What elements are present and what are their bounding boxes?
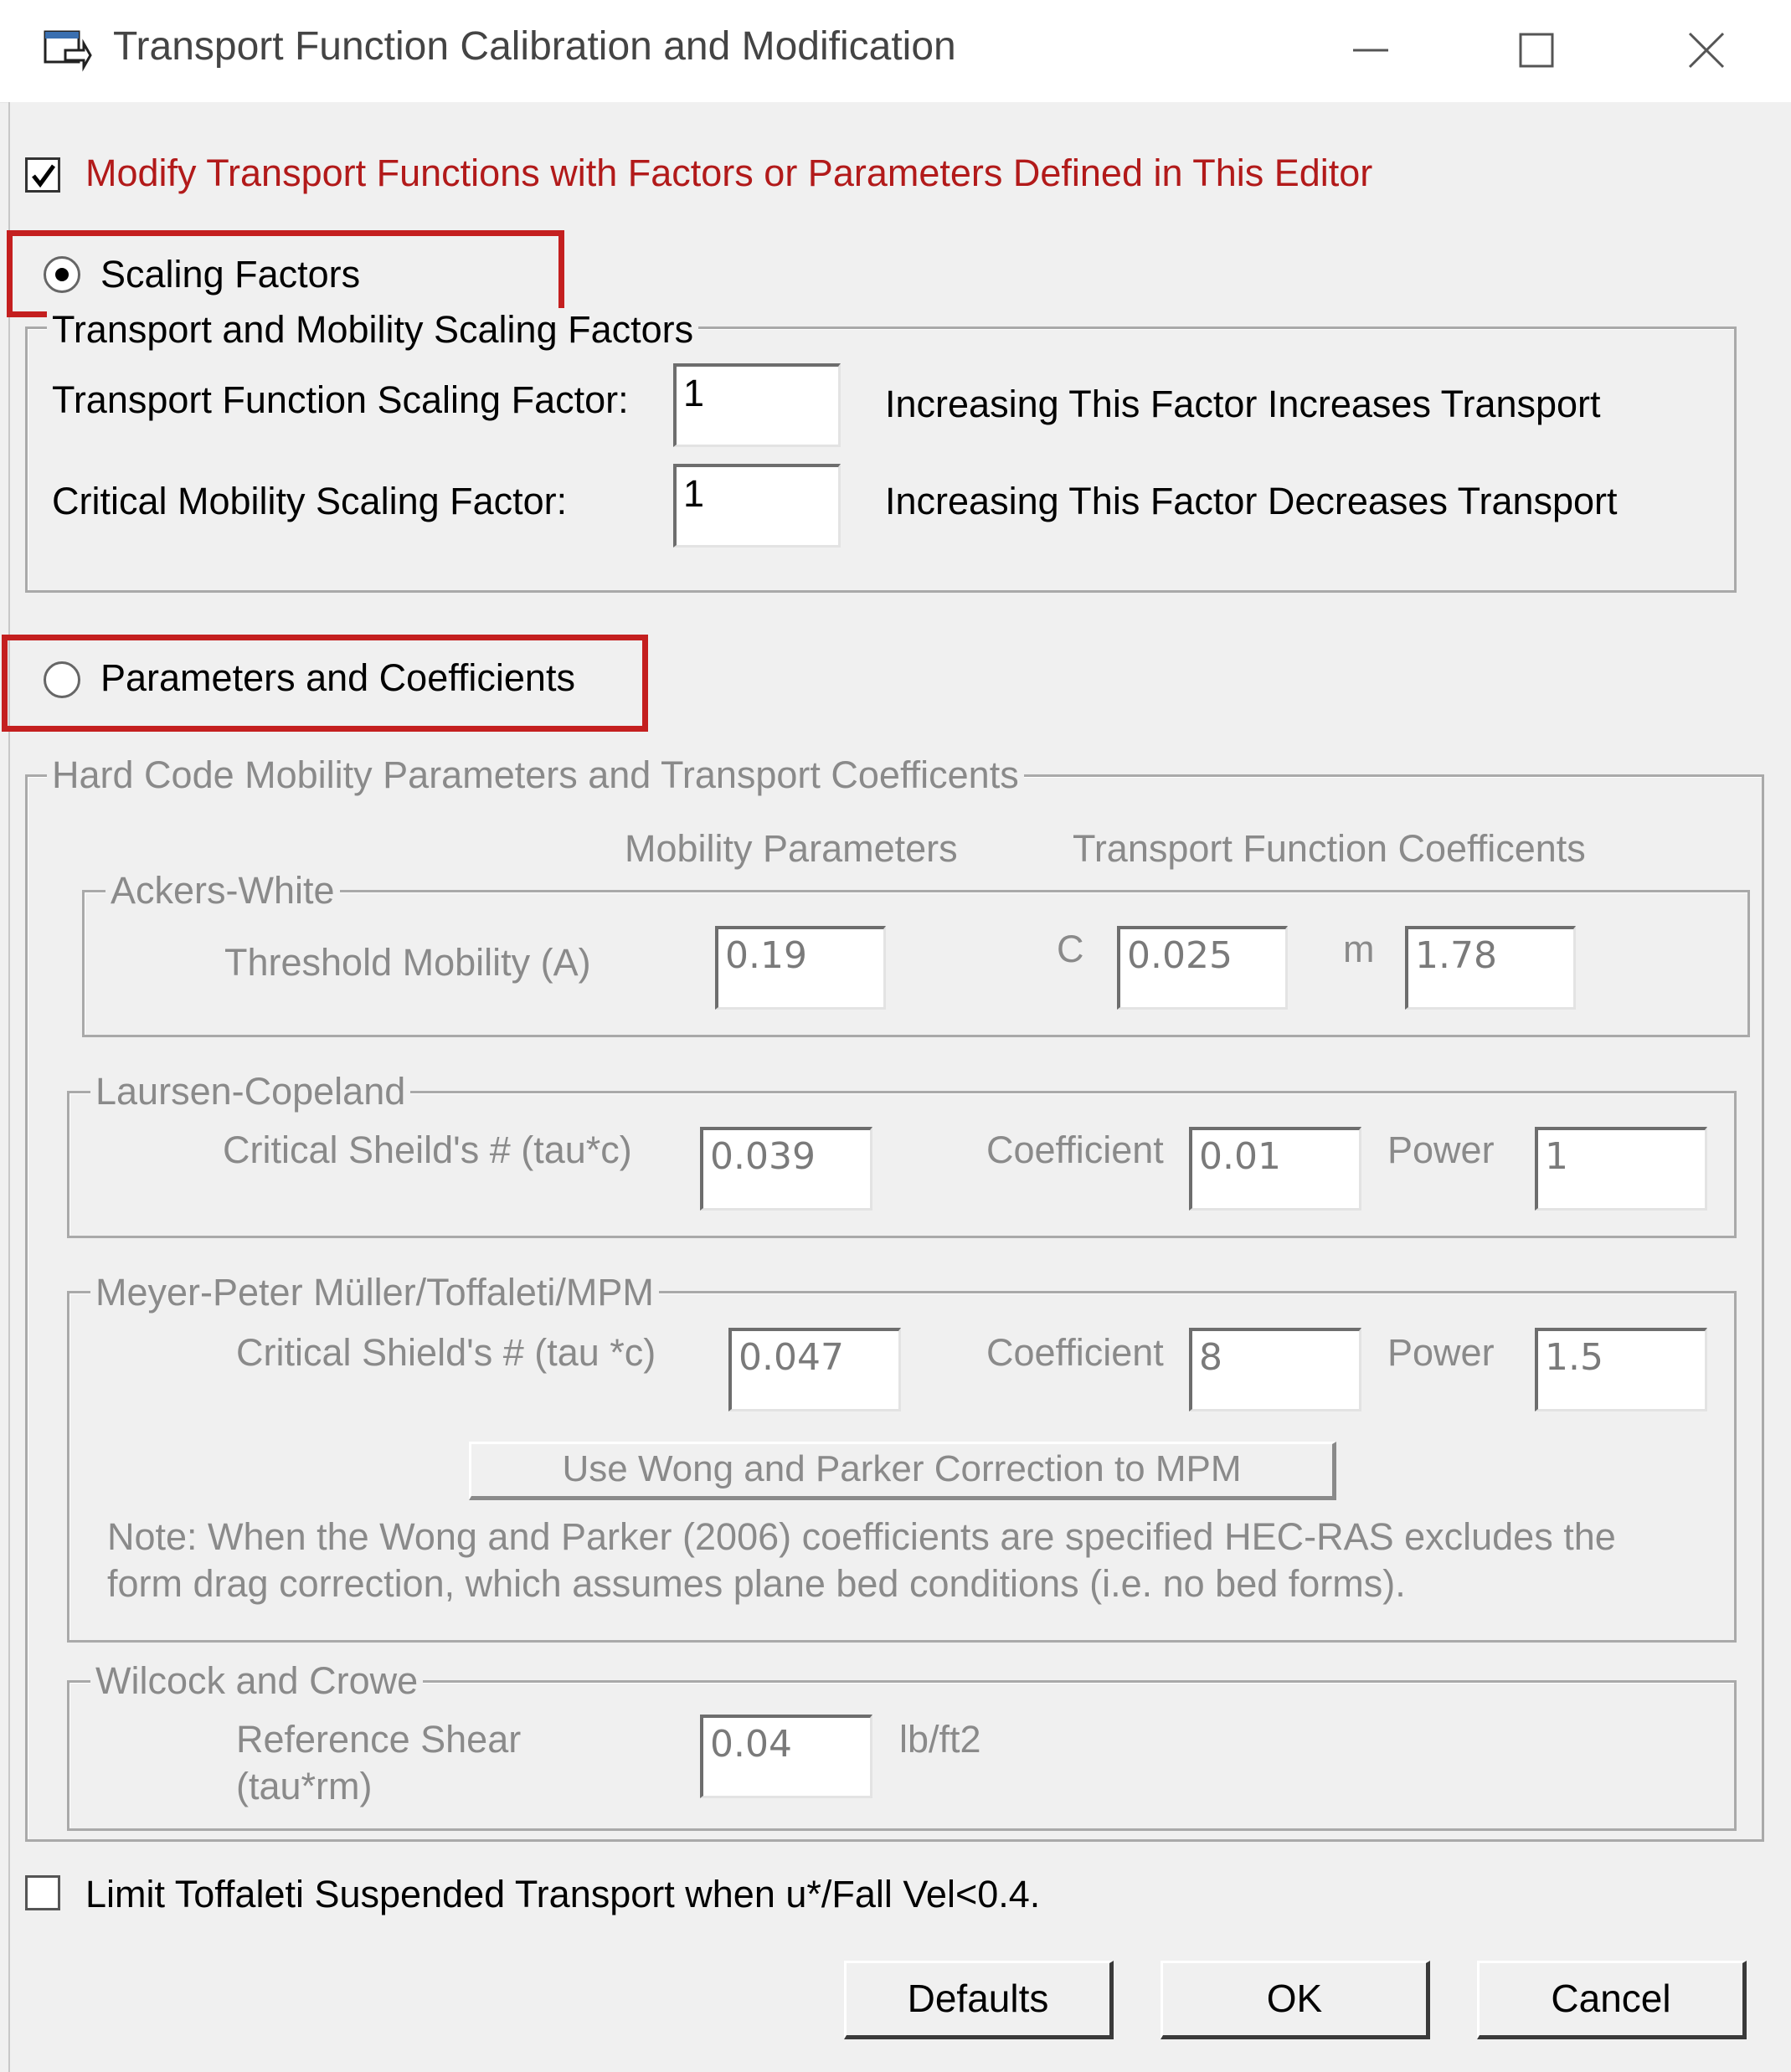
- reference-shear-label: Reference Shear: [236, 1718, 522, 1761]
- mpm-shields-label: Critical Shield's # (tau *c): [236, 1331, 656, 1374]
- scaling-factors-group: [25, 326, 1737, 593]
- mpm-coefficient-input[interactable]: 8: [1189, 1328, 1361, 1411]
- mpm-shields-input[interactable]: 0.047: [728, 1328, 901, 1411]
- parameters-coefficients-highlight: [2, 635, 648, 732]
- laursen-power-label: Power: [1387, 1129, 1495, 1171]
- limit-toffaleti-label: Limit Toffaleti Suspended Transport when…: [85, 1873, 1041, 1915]
- mpm-note-line1: Note: When the Wong and Parker (2006) co…: [107, 1515, 1616, 1558]
- modify-transport-checkbox[interactable]: [25, 157, 60, 193]
- scaling-group-title: Transport and Mobility Scaling Factors: [47, 308, 699, 352]
- ackers-m-input[interactable]: 1.78: [1405, 926, 1576, 1010]
- laursen-coefficient-label: Coefficient: [986, 1129, 1164, 1171]
- cancel-button[interactable]: Cancel: [1477, 1961, 1747, 2039]
- hard-code-group-title: Hard Code Mobility Parameters and Transp…: [47, 753, 1024, 797]
- reference-shear-unit: lb/ft2: [899, 1718, 981, 1761]
- title-bar: Transport Function Calibration and Modif…: [0, 0, 1791, 103]
- laursen-shields-input[interactable]: 0.039: [700, 1127, 872, 1211]
- modify-transport-label: Modify Transport Functions with Factors …: [85, 152, 1373, 194]
- mpm-title: Meyer-Peter Müller/Toffaleti/MPM: [90, 1271, 659, 1314]
- laursen-coefficient-input[interactable]: 0.01: [1189, 1127, 1361, 1211]
- maximize-icon: [1519, 33, 1554, 68]
- laursen-shields-label: Critical Sheild's # (tau*c): [223, 1129, 632, 1171]
- threshold-mobility-input[interactable]: 0.19: [715, 926, 886, 1010]
- mpm-note-line2: form drag correction, which assumes plan…: [107, 1562, 1406, 1605]
- mobility-scaling-input[interactable]: 1: [673, 464, 841, 548]
- mpm-coefficient-label: Coefficient: [986, 1331, 1164, 1374]
- close-button[interactable]: [1668, 17, 1743, 84]
- mobility-parameters-header: Mobility Parameters: [625, 827, 958, 870]
- wilcock-crowe-title: Wilcock and Crowe: [90, 1659, 424, 1703]
- mobility-scaling-hint: Increasing This Factor Decreases Transpo…: [885, 480, 1618, 522]
- ackers-c-label: C: [1057, 928, 1084, 970]
- transport-scaling-label: Transport Function Scaling Factor:: [52, 378, 629, 421]
- reference-shear-sublabel: (tau*rm): [236, 1765, 373, 1807]
- ackers-white-title: Ackers-White: [106, 869, 340, 913]
- transport-scaling-hint: Increasing This Factor Increases Transpo…: [885, 383, 1601, 425]
- threshold-mobility-label: Threshold Mobility (A): [224, 941, 591, 984]
- limit-toffaleti-checkbox[interactable]: [25, 1875, 60, 1910]
- transport-scaling-input[interactable]: 1: [673, 363, 841, 447]
- laursen-copeland-title: Laursen-Copeland: [90, 1070, 411, 1113]
- laursen-power-input[interactable]: 1: [1535, 1127, 1707, 1211]
- mpm-power-input[interactable]: 1.5: [1535, 1328, 1707, 1411]
- window-title: Transport Function Calibration and Modif…: [113, 24, 956, 69]
- window-app-icon: [44, 30, 92, 72]
- ackers-m-label: m: [1343, 928, 1375, 970]
- defaults-button[interactable]: Defaults: [844, 1961, 1114, 2039]
- wong-parker-button[interactable]: Use Wong and Parker Correction to MPM: [469, 1442, 1336, 1500]
- minimize-button[interactable]: [1333, 17, 1408, 84]
- ackers-c-input[interactable]: 0.025: [1117, 926, 1288, 1010]
- checkmark-icon: [32, 164, 56, 188]
- mobility-scaling-label: Critical Mobility Scaling Factor:: [52, 480, 568, 522]
- reference-shear-input[interactable]: 0.04: [700, 1715, 872, 1798]
- ok-button[interactable]: OK: [1161, 1961, 1430, 2039]
- minimize-icon: [1353, 49, 1388, 52]
- maximize-button[interactable]: [1499, 17, 1574, 84]
- scaling-factors-highlight: [7, 230, 564, 317]
- transport-coefficients-header: Transport Function Coefficents: [1073, 827, 1586, 870]
- mpm-power-label: Power: [1387, 1331, 1495, 1374]
- close-icon: [1688, 32, 1725, 69]
